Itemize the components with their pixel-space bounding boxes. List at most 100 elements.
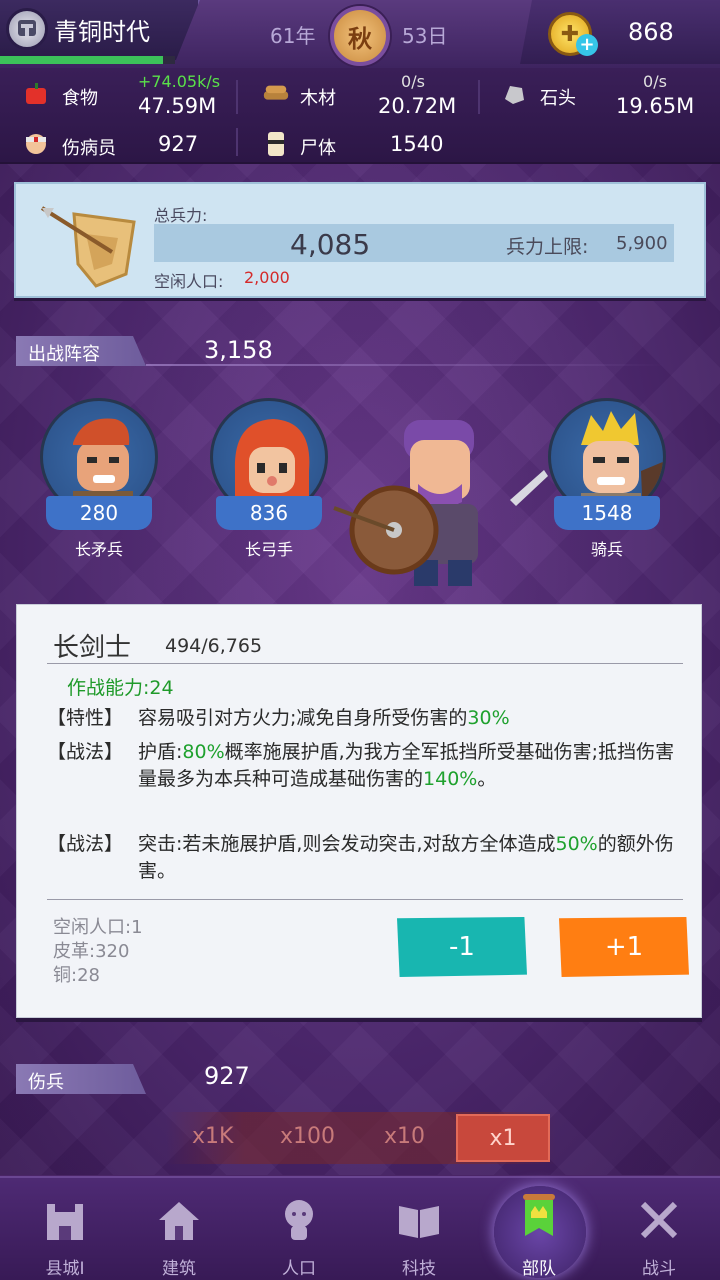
unit-cavalry[interactable]: 1548 骑兵 (542, 368, 672, 568)
corpse-label: 尸体 (300, 138, 336, 159)
stone-icon (500, 80, 528, 108)
skill-shield-row: 【战法】 护盾:80%概率施展护盾,为我方全军抵挡所受基础伤害;抵挡伤害量最多为… (47, 739, 677, 829)
nav-county-label: 县城I (45, 1259, 85, 1279)
skill-tag: 【战法】 (47, 741, 124, 763)
lineup-tag: 出战阵容 (16, 336, 146, 366)
nav-population-label: 人口 (282, 1259, 316, 1279)
multiplier-x10[interactable]: x10 (384, 1124, 425, 1149)
lineup-value: 3,158 (204, 336, 273, 364)
wounded-label: 伤病员 (62, 138, 116, 159)
total-troops-bar: 4,085 兵力上限: 5,900 (154, 224, 674, 262)
corpse-value: 1540 (390, 132, 444, 156)
increase-button[interactable]: +1 (559, 917, 689, 977)
nav-tech-label: 科技 (402, 1259, 436, 1279)
corpse-coffin-icon (262, 130, 290, 158)
trait-text: 容易吸引对方火力;减免自身所受伤害的30% (138, 705, 678, 732)
wounded-section-value: 927 (204, 1062, 250, 1090)
shield-arrow-icon (40, 206, 136, 288)
divider (236, 128, 238, 156)
trait-row: 【特性】 容易吸引对方火力;减免自身所受伤害的30% (47, 705, 677, 735)
person-icon (285, 1200, 313, 1240)
food-label: 食物 (62, 88, 98, 109)
stone-value: 19.65M (616, 94, 695, 118)
divider (146, 364, 666, 366)
total-troops-value: 4,085 (290, 228, 371, 261)
swordsman-figure[interactable] (330, 410, 550, 590)
multiplier-x1k[interactable]: x1K (192, 1124, 233, 1149)
crossed-swords-icon (640, 1201, 678, 1239)
era-name: 青铜时代 (54, 18, 150, 46)
nav-county[interactable]: 县城I (10, 1176, 120, 1280)
trait-pct: 30% (467, 707, 510, 729)
divider (236, 80, 238, 114)
total-troops-panel: 总兵力: 4,085 兵力上限: 5,900 空闲人口: 2,000 (14, 182, 706, 298)
divider (478, 80, 480, 114)
wounded-soldier-icon (22, 130, 50, 158)
idle-pop-label: 空闲人口: (154, 272, 224, 291)
cost-copper: 铜:28 (53, 965, 100, 986)
wood-log-icon (262, 80, 290, 108)
coin-count: 868 (628, 18, 674, 46)
trait-desc: 容易吸引对方火力;减免自身所受伤害的 (138, 707, 468, 729)
skill-shield-text: 护盾:80%概率施展护盾,为我方全军抵挡所受基础伤害;抵挡伤害量最多为本兵种可造… (138, 739, 678, 793)
wood-value: 20.72M (378, 94, 457, 118)
trait-tag: 【特性】 (47, 707, 124, 729)
skill-charge-text: 突击:若未施展护盾,则会发动突击,对敌方全体造成50%的额外伤害。 (138, 831, 678, 885)
unit-spearman[interactable]: 280 长矛兵 (34, 368, 164, 568)
cavalry-name: 骑兵 (590, 540, 623, 559)
nav-tech[interactable]: 科技 (364, 1176, 474, 1280)
skill-charge-pct: 50% (555, 833, 598, 855)
era-helmet-icon[interactable] (6, 8, 48, 50)
divider (47, 663, 683, 664)
wood-rate: 0/s (401, 72, 425, 91)
nav-population[interactable]: 人口 (244, 1176, 354, 1280)
unit-detail-card: 长剑士 494/6,765 作战能力:24 【特性】 容易吸引对方火力;减免自身… (16, 604, 702, 1018)
decrease-button[interactable]: -1 (397, 917, 527, 977)
skill-charge-row: 【战法】 突击:若未施展护盾,则会发动突击,对敌方全体造成50%的额外伤害。 (47, 831, 677, 891)
nav-building[interactable]: 建筑 (124, 1176, 234, 1280)
combat-power: 作战能力:24 (67, 677, 174, 699)
multiplier-x1[interactable]: x1 (456, 1114, 550, 1162)
nav-battle[interactable]: 战斗 (604, 1176, 714, 1280)
castle-icon (47, 1204, 83, 1240)
stone-rate: 0/s (643, 72, 667, 91)
nav-army[interactable]: 部队 (484, 1176, 594, 1280)
skill-tag: 【战法】 (47, 833, 124, 855)
nav-army-label: 部队 (522, 1259, 556, 1279)
spearman-name: 长矛兵 (74, 540, 123, 559)
food-apple-icon (22, 80, 50, 108)
date-day: 53日 (402, 24, 448, 48)
date-year: 61年 (270, 24, 316, 48)
book-icon (399, 1206, 439, 1238)
stone-label: 石头 (540, 88, 576, 109)
skill-shield-c: 。 (477, 768, 497, 790)
nav-battle-label: 战斗 (642, 1259, 676, 1279)
troop-limit-label: 兵力上限: (506, 236, 589, 258)
cavalry-count: 1548 (554, 496, 660, 530)
wood-label: 木材 (300, 88, 336, 109)
unit-name-title: 长剑士 (53, 633, 132, 663)
longbow-count: 836 (216, 496, 322, 530)
cost-idle-pop: 空闲人口:1 (53, 917, 143, 938)
divider (47, 899, 683, 900)
season-badge: 秋 (330, 6, 390, 66)
nav-building-label: 建筑 (162, 1259, 196, 1279)
skill-charge-a: 突击:若未施展护盾,则会发动突击,对敌方全体造成 (138, 833, 556, 855)
house-icon (159, 1202, 199, 1240)
skill-shield-pct: 80% (182, 741, 225, 763)
army-banner-icon (523, 1194, 555, 1236)
era-progress-bar (0, 56, 175, 64)
skill-shield-pct2: 140% (423, 768, 478, 790)
add-coins-icon[interactable]: + (576, 34, 598, 56)
longbow-name: 长弓手 (244, 540, 293, 559)
idle-pop-value: 2,000 (244, 268, 290, 287)
wounded-tag: 伤兵 (16, 1064, 146, 1094)
food-value: 47.59M (138, 94, 217, 118)
skill-shield-a: 护盾: (138, 741, 183, 763)
unit-count-ratio: 494/6,765 (165, 635, 263, 657)
food-rate: +74.05k/s (137, 72, 221, 91)
unit-longbow[interactable]: 836 长弓手 (204, 368, 334, 568)
multiplier-x100[interactable]: x100 (280, 1124, 335, 1149)
wounded-value: 927 (158, 132, 199, 156)
cost-leather: 皮革:320 (53, 941, 130, 962)
